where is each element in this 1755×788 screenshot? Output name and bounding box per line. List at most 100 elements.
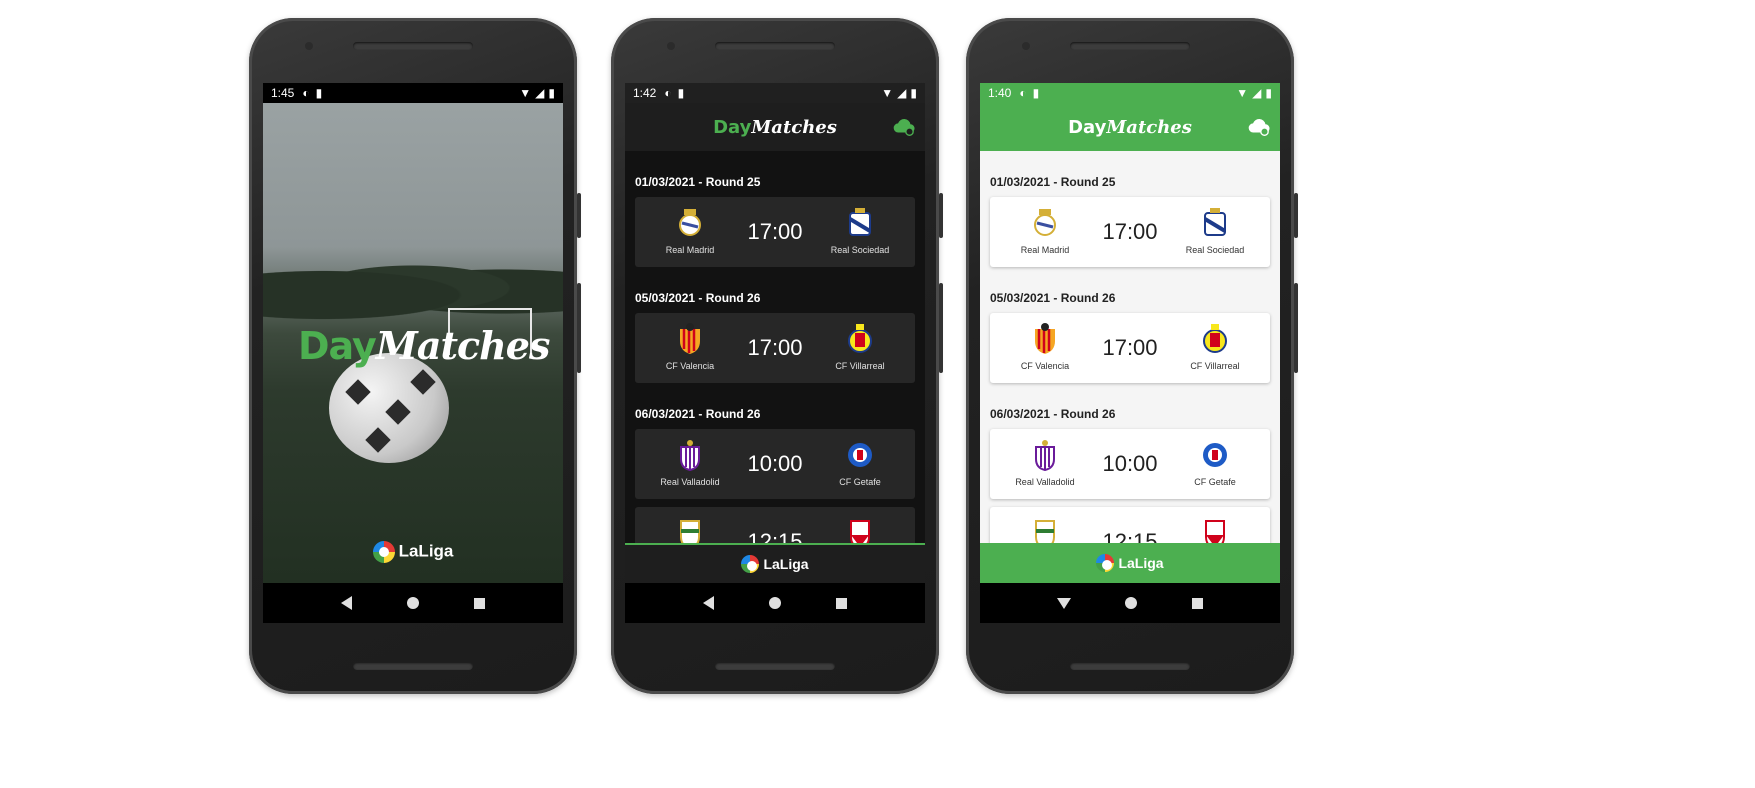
away-team-name: Real Sociedad bbox=[1185, 245, 1245, 255]
wifi-icon: ▼ bbox=[1236, 86, 1249, 100]
app-notification-icon: ◐ bbox=[1019, 86, 1027, 100]
match-card[interactable]: 12:15 bbox=[990, 507, 1270, 543]
power-button bbox=[1294, 193, 1298, 238]
match-card[interactable]: 12:15 bbox=[635, 507, 915, 543]
home-team-name: Real Madrid bbox=[1020, 245, 1070, 255]
away-team bbox=[815, 517, 905, 543]
app-notification-icon: ◐ bbox=[302, 86, 310, 100]
back-icon[interactable] bbox=[340, 596, 352, 610]
battery-icon: ▮ bbox=[910, 86, 917, 100]
splash-background-image: DayMatches LaLiga bbox=[263, 103, 563, 583]
away-team-name: CF Villarreal bbox=[1190, 361, 1240, 371]
laliga-text: LaLiga bbox=[1118, 555, 1164, 571]
bottom-speaker bbox=[715, 662, 835, 670]
status-bar: 1:45 ◐ ▮ ▼ ◢ ▮ bbox=[263, 83, 563, 103]
round-title: 06/03/2021 - Round 26 bbox=[635, 407, 761, 421]
getafe-crest-icon bbox=[848, 443, 872, 467]
home-team-name: Real Valladolid bbox=[1015, 477, 1075, 487]
round-title: 06/03/2021 - Round 26 bbox=[990, 407, 1116, 421]
back-icon[interactable] bbox=[1057, 597, 1072, 609]
laliga-logo: LaLiga bbox=[263, 541, 563, 563]
signal-icon: ◢ bbox=[897, 86, 907, 100]
volume-button bbox=[1294, 283, 1298, 373]
laliga-text: LaLiga bbox=[398, 541, 454, 561]
home-icon[interactable] bbox=[1125, 597, 1138, 609]
app-logo: DayMatches bbox=[298, 323, 551, 369]
app-logo: DayMatches bbox=[713, 117, 837, 138]
status-bar: 1:42 ◐ ▮ ▼ ◢ ▮ bbox=[625, 83, 925, 103]
match-card[interactable]: Real Valladolid 10:00 CF Getafe bbox=[635, 429, 915, 499]
round-title: 05/03/2021 - Round 26 bbox=[990, 291, 1116, 305]
volume-button bbox=[577, 283, 581, 373]
match-card[interactable]: Real Valladolid 10:00 CF Getafe bbox=[990, 429, 1270, 499]
recent-apps-icon[interactable] bbox=[474, 597, 486, 609]
laliga-icon bbox=[1096, 554, 1115, 572]
volume-button bbox=[939, 283, 943, 373]
logo-matches: Matches bbox=[1106, 116, 1192, 138]
home-team-name: CF Valencia bbox=[1020, 361, 1070, 371]
cloud-sync-icon[interactable] bbox=[893, 116, 915, 138]
wifi-icon: ▼ bbox=[881, 86, 894, 100]
real-sociedad-crest-icon bbox=[848, 208, 872, 236]
round-title: 05/03/2021 - Round 26 bbox=[635, 291, 761, 305]
recent-apps-icon[interactable] bbox=[1191, 597, 1203, 609]
footer-laliga: LaLiga bbox=[625, 543, 925, 583]
logo-matches: Matches bbox=[751, 116, 837, 138]
power-button bbox=[939, 193, 943, 238]
sd-card-icon: ▮ bbox=[1032, 86, 1040, 100]
match-card[interactable]: CF Valencia 17:00 CF Villarreal bbox=[635, 313, 915, 383]
away-team bbox=[1170, 517, 1260, 543]
front-camera bbox=[667, 42, 675, 50]
app-logo: DayMatches bbox=[1068, 117, 1192, 138]
home-team-name: Real Valladolid bbox=[660, 477, 720, 487]
earpiece-speaker bbox=[353, 42, 473, 50]
away-team: CF Getafe bbox=[815, 439, 905, 487]
match-card[interactable]: CF Valencia 17:00 CF Villarreal bbox=[990, 313, 1270, 383]
screen: 1:45 ◐ ▮ ▼ ◢ ▮ DayMatches LaLiga bbox=[263, 83, 563, 623]
round-title: 01/03/2021 - Round 25 bbox=[990, 175, 1116, 189]
villarreal-crest-icon bbox=[848, 324, 872, 353]
away-team-name: CF Getafe bbox=[1194, 477, 1236, 487]
front-camera bbox=[1022, 42, 1030, 50]
front-camera bbox=[305, 42, 313, 50]
home-icon[interactable] bbox=[406, 597, 419, 609]
app-notification-icon: ◐ bbox=[664, 86, 672, 100]
power-button bbox=[577, 193, 581, 238]
status-bar: 1:40 ◐ ▮ ▼ ◢ ▮ bbox=[980, 83, 1280, 103]
laliga-text: LaLiga bbox=[763, 556, 809, 572]
wifi-icon: ▼ bbox=[519, 86, 532, 100]
phone-dark-theme: 1:42 ◐ ▮ ▼ ◢ ▮ DayMatches 01/03/2021 - R… bbox=[611, 18, 943, 694]
sd-card-icon: ▮ bbox=[677, 86, 685, 100]
battery-icon: ▮ bbox=[548, 86, 555, 100]
away-team: Real Sociedad bbox=[1170, 207, 1260, 255]
away-team-name: Real Sociedad bbox=[830, 245, 890, 255]
navigation-bar bbox=[263, 583, 563, 623]
sd-card-icon: ▮ bbox=[315, 86, 323, 100]
back-icon[interactable] bbox=[702, 596, 714, 610]
earpiece-speaker bbox=[1070, 42, 1190, 50]
match-card[interactable]: Real Madrid 17:00 Real Sociedad bbox=[990, 197, 1270, 267]
status-time: 1:40 bbox=[988, 86, 1012, 100]
screen: 1:40 ◐ ▮ ▼ ◢ ▮ DayMatches 01/03/2021 - R… bbox=[980, 83, 1280, 623]
signal-icon: ◢ bbox=[1252, 86, 1262, 100]
laliga-icon bbox=[372, 541, 395, 563]
logo-matches: Matches bbox=[375, 323, 551, 368]
cloud-sync-icon[interactable] bbox=[1248, 116, 1270, 138]
match-list: 01/03/2021 - Round 25 Real Madrid 17:00 … bbox=[625, 151, 925, 543]
recent-apps-icon[interactable] bbox=[836, 597, 848, 609]
football-image bbox=[329, 353, 449, 463]
away-team-name: CF Villarreal bbox=[835, 361, 885, 371]
logo-day: Day bbox=[298, 324, 377, 368]
navigation-bar bbox=[980, 583, 1280, 623]
app-bar: DayMatches bbox=[980, 103, 1280, 151]
laliga-icon bbox=[741, 555, 760, 573]
signal-icon: ◢ bbox=[535, 86, 545, 100]
bottom-speaker bbox=[1070, 662, 1190, 670]
phone-light-theme: 1:40 ◐ ▮ ▼ ◢ ▮ DayMatches 01/03/2021 - R… bbox=[966, 18, 1298, 694]
match-card[interactable]: Real Madrid 17:00 Real Sociedad bbox=[635, 197, 915, 267]
away-team: CF Getafe bbox=[1170, 439, 1260, 487]
round-title: 01/03/2021 - Round 25 bbox=[635, 175, 761, 189]
home-icon[interactable] bbox=[768, 597, 781, 609]
status-time: 1:45 bbox=[271, 86, 295, 100]
logo-day: Day bbox=[1068, 116, 1107, 138]
